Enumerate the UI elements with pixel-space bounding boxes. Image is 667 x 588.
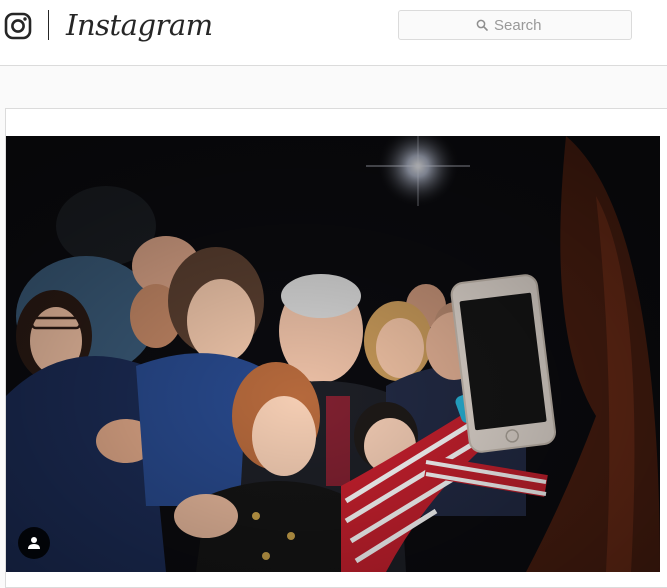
instagram-wordmark-logo[interactable]: Instagram [66, 7, 213, 43]
search-box[interactable] [398, 10, 632, 40]
top-navigation-bar: Instagram [0, 0, 667, 66]
tagged-people-button[interactable] [18, 527, 50, 559]
search-input[interactable] [494, 16, 554, 34]
photo-illustration [6, 136, 660, 572]
instagram-camera-icon[interactable] [4, 12, 32, 40]
post-photo[interactable] [6, 136, 660, 572]
person-icon [28, 537, 40, 549]
search-icon [476, 19, 488, 31]
logo-divider [48, 10, 49, 40]
